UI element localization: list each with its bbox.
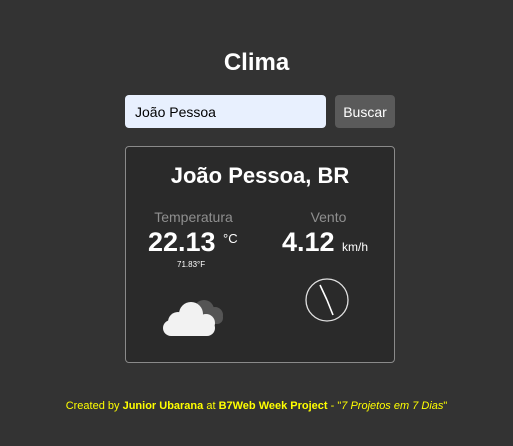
cloud-icon xyxy=(163,300,223,336)
footer-dash: - " xyxy=(327,400,342,412)
wind-label: Vento xyxy=(310,209,347,225)
temperature-value: 22.13 xyxy=(148,227,216,257)
footer-prefix: Created by xyxy=(65,400,123,412)
weather-card: João Pessoa, BR Temperatura Vento 22.13 … xyxy=(125,146,395,363)
city-name: João Pessoa, BR xyxy=(170,163,350,188)
wind-speed-value: 4.12 xyxy=(282,227,335,257)
search-input[interactable] xyxy=(125,95,326,128)
footer-author: Junior Ubarana xyxy=(122,400,204,412)
footer-close-quote: " xyxy=(443,400,448,412)
search-button[interactable]: Buscar xyxy=(335,95,395,128)
temperature-label: Temperatura xyxy=(154,209,233,225)
footer-tagline: 7 Projetos em 7 Dias xyxy=(341,400,444,412)
temperature-fahrenheit: 71.83°F xyxy=(177,260,206,269)
wind-speed-unit: km/h xyxy=(342,240,369,254)
page-title: Clima xyxy=(223,49,290,76)
temperature-unit: °C xyxy=(223,231,238,246)
wind-direction-icon xyxy=(305,278,349,322)
footer-project: B7Web Week Project xyxy=(218,400,328,412)
footer-credits: Created by Junior Ubarana at B7Web Week … xyxy=(0,400,513,412)
footer-middle: at xyxy=(203,400,219,412)
